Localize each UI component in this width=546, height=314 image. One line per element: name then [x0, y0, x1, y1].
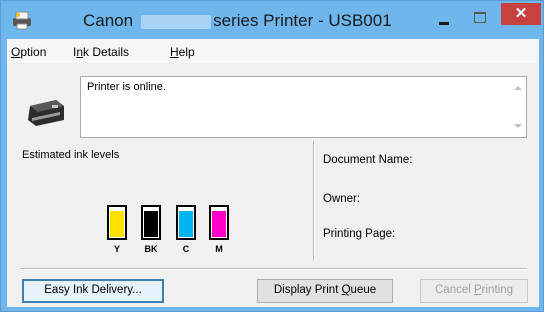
- title-suffix: series Printer - USB001: [213, 11, 392, 30]
- window-title: Canon series Printer - USB001: [83, 11, 392, 31]
- status-scrollbar[interactable]: [510, 77, 526, 137]
- redacted-model: [141, 14, 212, 29]
- owner-label: Owner:: [323, 193, 361, 205]
- menu-option[interactable]: Option: [11, 45, 46, 59]
- close-button[interactable]: ✕: [501, 3, 541, 25]
- printer-icon: [28, 100, 64, 126]
- maximize-button[interactable]: [467, 8, 493, 28]
- easy-ink-delivery-button[interactable]: Easy Ink Delivery...: [22, 279, 164, 303]
- ink-tank-yellow: [107, 205, 127, 240]
- ink-letter-magenta: M: [215, 244, 223, 254]
- status-message-box[interactable]: Printer is online.: [80, 76, 527, 138]
- printer-status-window: Canon series Printer - USB001 ✕ Option In…: [0, 0, 544, 312]
- title-bar[interactable]: Canon series Printer - USB001 ✕: [1, 1, 543, 39]
- ink-tank-cyan: [176, 205, 196, 240]
- printing-page-label: Printing Page:: [323, 228, 396, 240]
- printer-app-icon: [13, 11, 31, 30]
- ink-levels-label: Estimated ink levels: [22, 149, 120, 161]
- close-icon: ✕: [514, 5, 528, 22]
- ink-letter-cyan: C: [182, 244, 190, 254]
- scroll-down-icon[interactable]: [514, 124, 522, 128]
- display-print-queue-button[interactable]: Display Print Queue: [257, 279, 393, 303]
- title-prefix: Canon: [83, 11, 134, 30]
- cancel-printing-button: Cancel Printing: [420, 279, 528, 303]
- ink-letter-black: BK: [144, 244, 158, 254]
- client-area: Printer is online. Estimated ink levels …: [7, 63, 539, 307]
- horizontal-divider: [20, 268, 527, 270]
- scroll-up-icon[interactable]: [514, 86, 522, 90]
- ink-tank-magenta: [209, 205, 229, 240]
- document-name-label: Document Name:: [323, 154, 413, 166]
- menu-bar: Option Ink Details Help: [7, 39, 539, 64]
- vertical-divider: [313, 141, 315, 261]
- menu-help[interactable]: Help: [170, 45, 195, 59]
- minimize-button[interactable]: [431, 8, 457, 28]
- ink-letter-yellow: Y: [113, 244, 120, 254]
- ink-tank-black: [141, 205, 161, 240]
- status-text: Printer is online.: [87, 81, 166, 93]
- menu-ink-details[interactable]: Ink Details: [73, 45, 129, 59]
